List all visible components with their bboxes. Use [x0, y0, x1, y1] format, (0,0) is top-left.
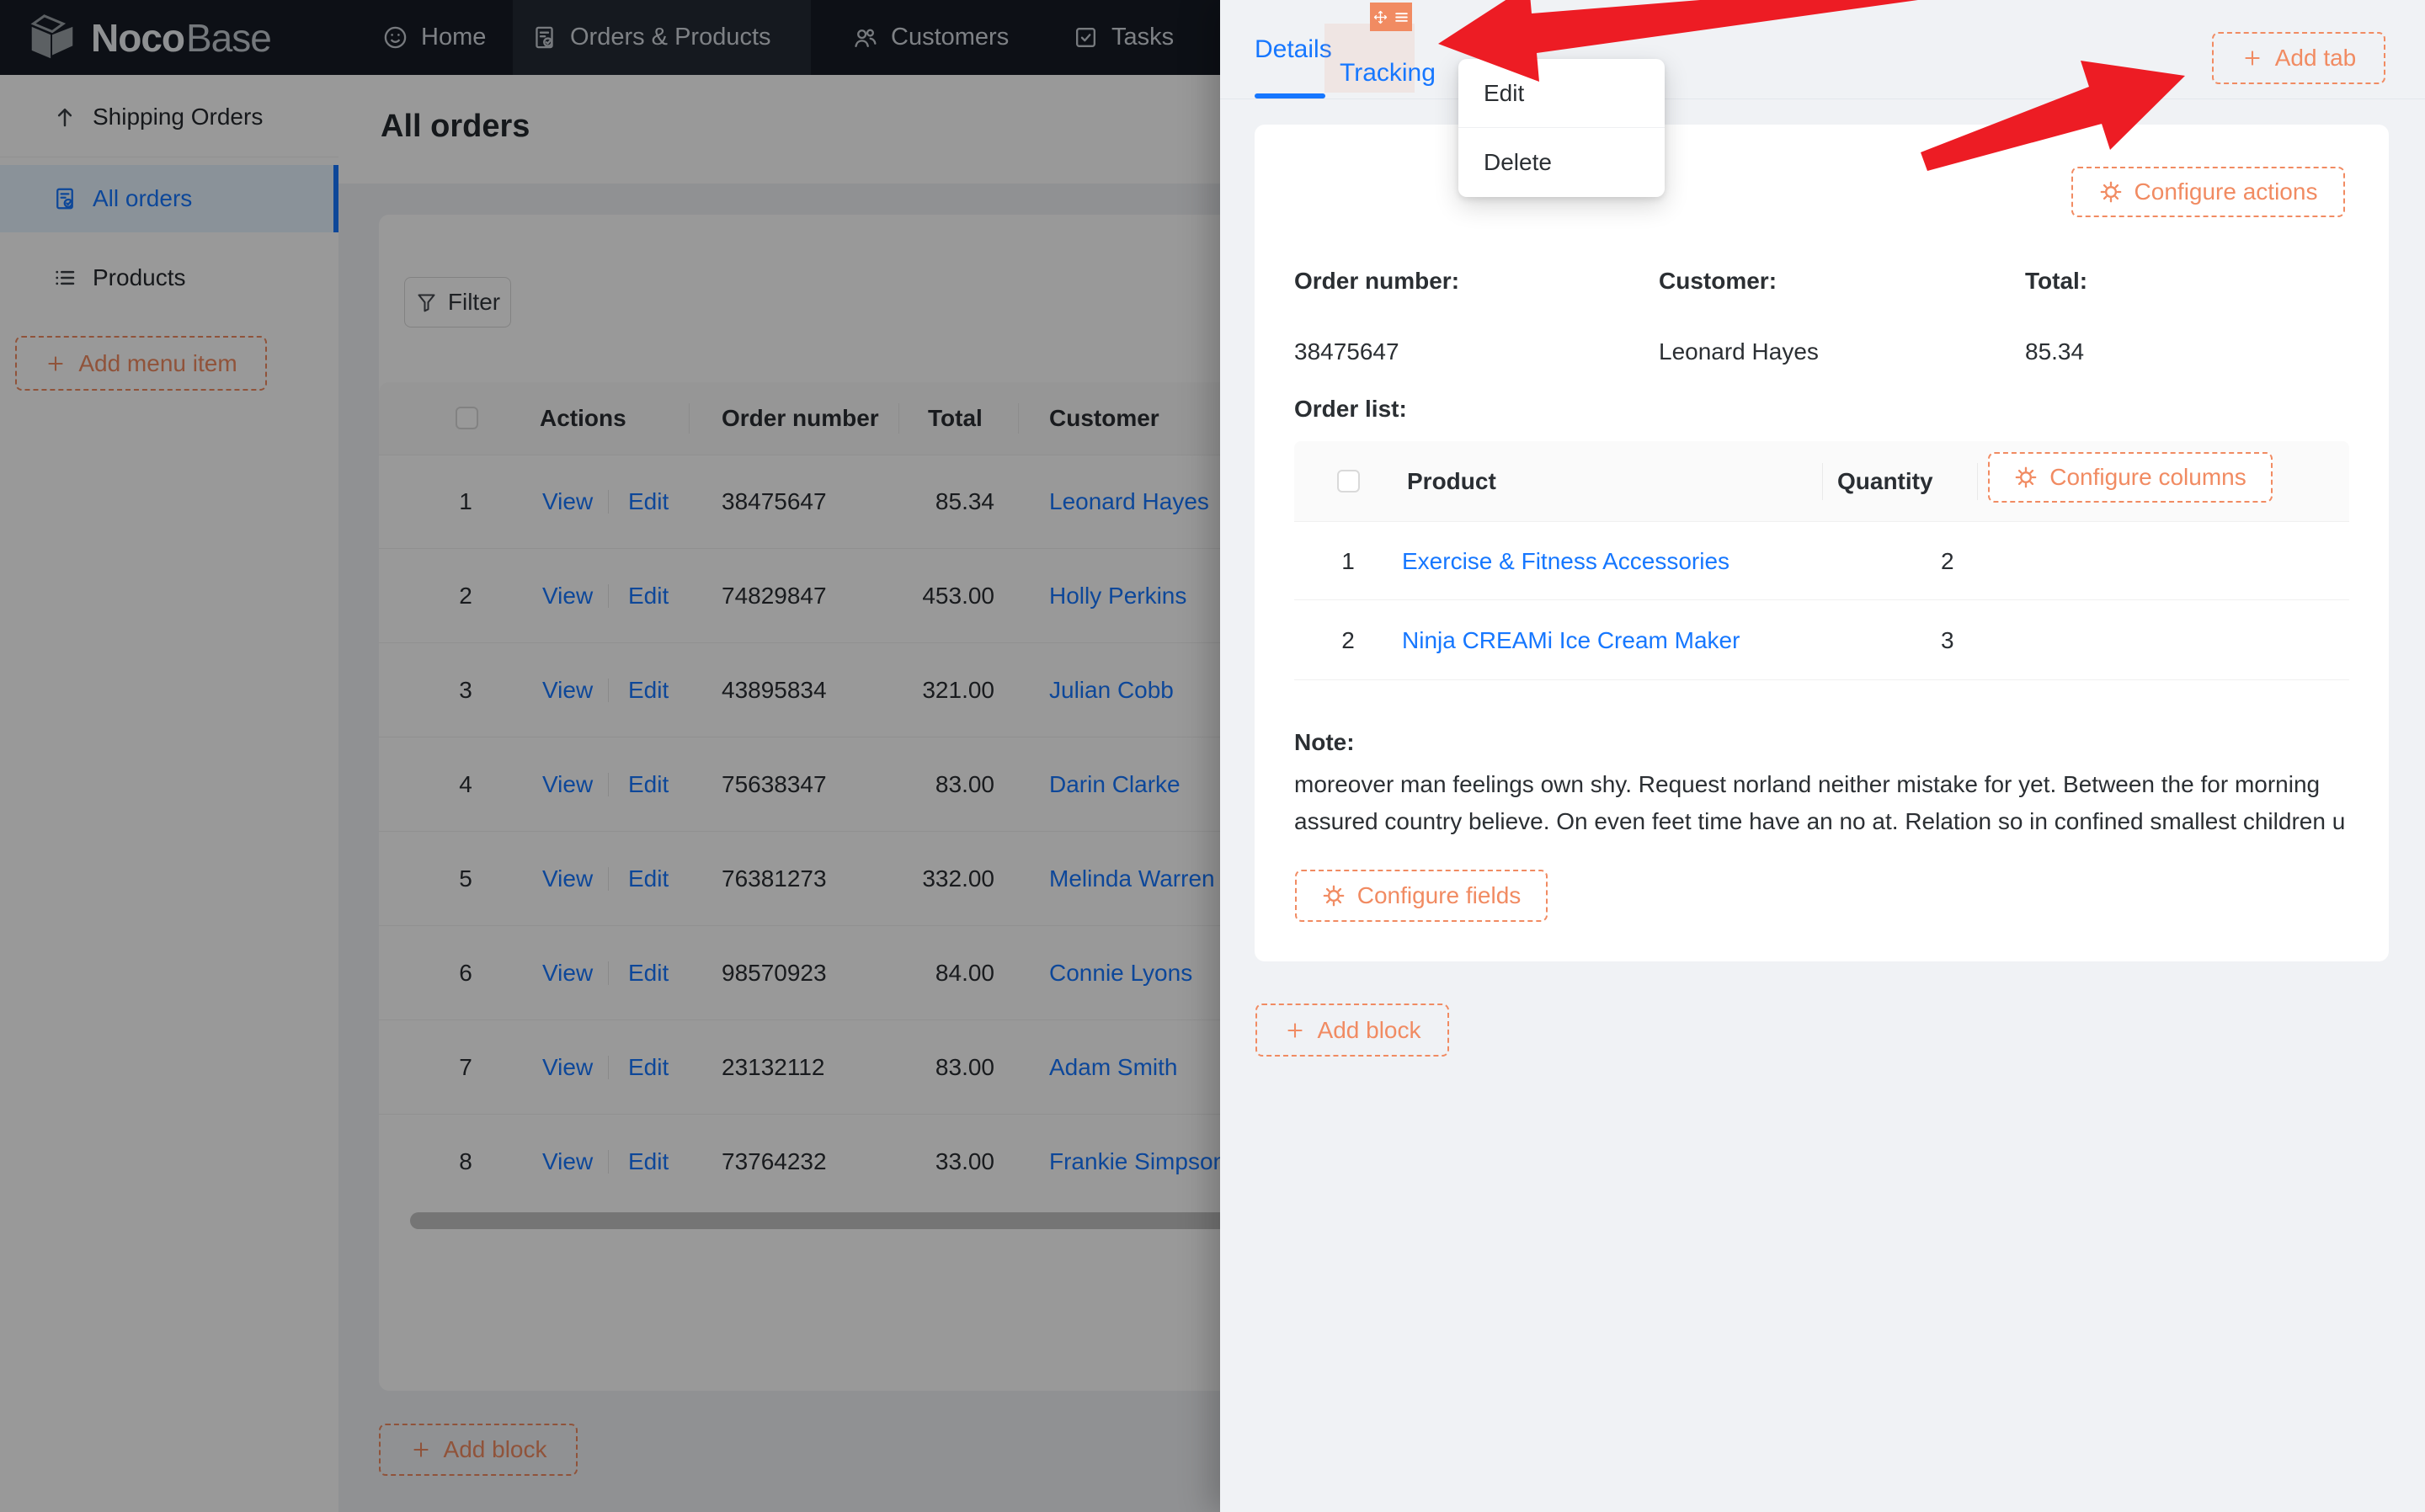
field-value-customer-link[interactable]: Leonard Hayes — [1659, 338, 1819, 365]
plus-icon — [2241, 47, 2263, 69]
active-tab-ink-bar — [1255, 93, 1325, 98]
cell-quantity: 2 — [1941, 522, 1954, 600]
configure-actions-button[interactable]: Configure actions — [2071, 167, 2345, 217]
add-block-button-drawer[interactable]: Add block — [1255, 1004, 1449, 1057]
field-label-order-number: Order number: — [1294, 268, 1459, 295]
tab-details[interactable]: Details — [1255, 0, 1332, 98]
order-list-table: Product Quantity Configure columns 1 Exe… — [1294, 441, 2349, 680]
field-label-customer: Customer: — [1659, 268, 1777, 295]
note-line: assured country believe. On even feet ti… — [1294, 803, 2357, 840]
order-list-header-row: Product Quantity Configure columns — [1294, 441, 2349, 522]
drawer-tab-bar: Details Tracking Add tab — [1220, 0, 2425, 99]
app-root: NocoBase Home Orders & Products Customer… — [0, 0, 2425, 1512]
note-label: Note: — [1294, 729, 1355, 756]
gear-icon — [2014, 466, 2038, 489]
order-list-label: Order list: — [1294, 396, 1407, 423]
note-text: moreover man feelings own shy. Request n… — [1294, 766, 2357, 840]
row-index: 2 — [1338, 600, 1358, 680]
product-link[interactable]: Ninja CREAMi Ice Cream Maker — [1402, 600, 1740, 680]
column-divider — [1822, 463, 1823, 500]
note-line: moreover man feelings own shy. Request n… — [1294, 766, 2357, 803]
column-header-product: Product — [1407, 441, 1496, 522]
field-label-total: Total: — [2025, 268, 2087, 295]
drawer-mask[interactable] — [0, 0, 1220, 1512]
order-list-row: 1 Exercise & Fitness Accessories 2 — [1294, 522, 2349, 600]
context-menu: Edit Delete — [1458, 59, 1665, 197]
record-drawer: Details Tracking Add tab — [1220, 0, 2425, 1512]
order-list-row: 2 Ninja CREAMi Ice Cream Maker 3 — [1294, 600, 2349, 680]
tab-designer-toolbar — [1370, 3, 1412, 31]
column-divider — [1977, 463, 1978, 500]
gear-icon — [2099, 180, 2123, 204]
add-tab-button[interactable]: Add tab — [2212, 32, 2385, 84]
configure-fields-button[interactable]: Configure fields — [1295, 870, 1548, 922]
field-value-order-number: 38475647 — [1294, 338, 1399, 365]
details-card: Configure actions Order number: 38475647… — [1255, 125, 2389, 961]
context-menu-item-delete[interactable]: Delete — [1458, 128, 1665, 196]
context-menu-item-edit[interactable]: Edit — [1458, 59, 1665, 127]
gear-icon — [1322, 884, 1346, 908]
field-value-total: 85.34 — [2025, 338, 2084, 365]
product-link[interactable]: Exercise & Fitness Accessories — [1402, 522, 1729, 600]
tab-tracking[interactable]: Tracking — [1324, 24, 1415, 93]
select-all-checkbox[interactable] — [1337, 470, 1360, 492]
drawer-body: Configure actions Order number: 38475647… — [1220, 99, 2425, 1512]
row-index: 1 — [1338, 522, 1358, 600]
plus-icon — [1284, 1020, 1306, 1041]
menu-icon[interactable] — [1391, 3, 1412, 31]
cell-quantity: 3 — [1941, 600, 1954, 680]
configure-columns-button[interactable]: Configure columns — [1988, 452, 2273, 503]
column-header-quantity: Quantity — [1837, 441, 1933, 522]
move-icon[interactable] — [1370, 3, 1391, 31]
